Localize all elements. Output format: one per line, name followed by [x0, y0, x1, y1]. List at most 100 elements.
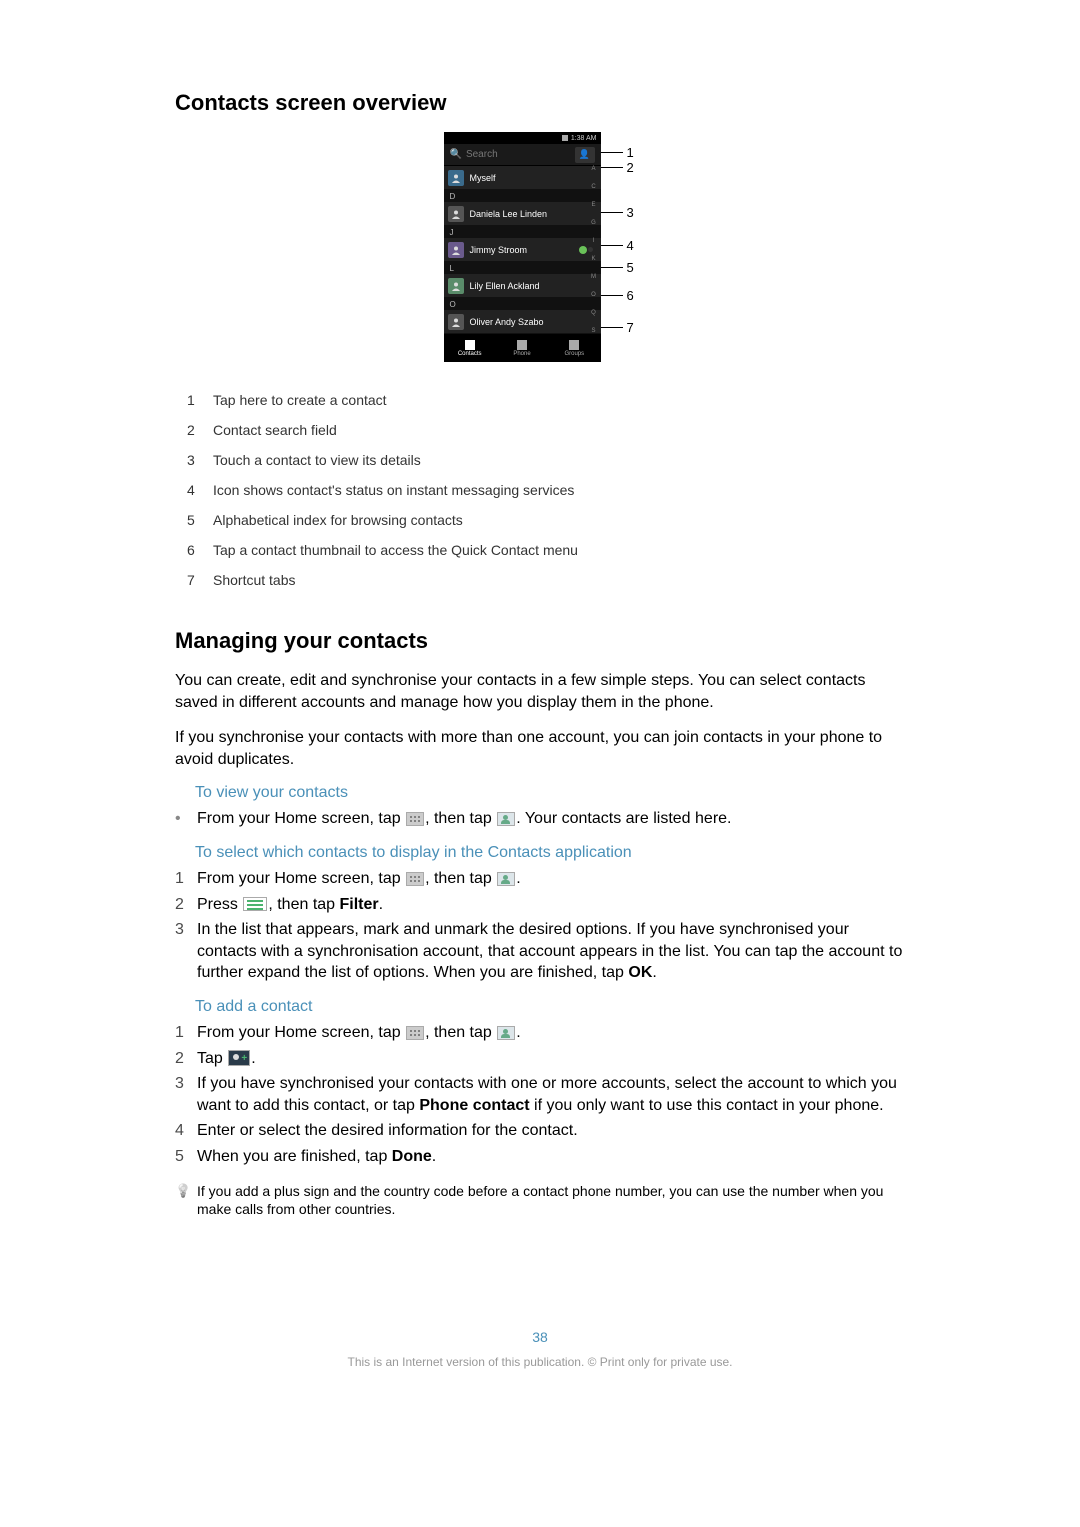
subheading-select-contacts: To select which contacts to display in t…	[195, 844, 905, 862]
step-text: .	[516, 870, 520, 887]
step-text: , then tap	[425, 1024, 496, 1041]
legend-num: 7	[175, 572, 213, 588]
callout-3: 3	[627, 205, 634, 220]
step-text: Tap	[197, 1050, 227, 1067]
legend-text: Tap here to create a contact	[213, 392, 905, 408]
list-item: 3In the list that appears, mark and unma…	[175, 919, 905, 984]
contacts-app-icon	[497, 1026, 515, 1040]
step-text: .	[652, 964, 656, 981]
search-row: 🔍 Search 👤	[444, 144, 601, 166]
step-text: From your Home screen, tap	[197, 1024, 405, 1041]
legend-num: 6	[175, 542, 213, 558]
list-item: 1From your Home screen, tap , then tap .	[175, 1022, 905, 1044]
tab-phone: Phone	[496, 334, 548, 362]
legend-text: Alphabetical index for browsing contacts	[213, 512, 905, 528]
step-text: .	[251, 1050, 255, 1067]
tip-text: If you add a plus sign and the country c…	[197, 1182, 905, 1220]
document-page: Contacts screen overview 1:38 AM 🔍 Searc…	[0, 0, 1080, 1409]
callout-5: 5	[627, 260, 634, 275]
section-letter: O	[444, 298, 601, 310]
section-letter: J	[444, 226, 601, 238]
tip-note: If you add a plus sign and the country c…	[175, 1182, 905, 1220]
step-number: 5	[175, 1146, 197, 1168]
search-placeholder: Search	[466, 149, 575, 160]
legend-row: 1Tap here to create a contact	[175, 392, 905, 408]
menu-icon	[243, 897, 267, 911]
contact-name: Jimmy Stroom	[470, 245, 589, 255]
contact-row: Daniela Lee Linden	[444, 202, 601, 226]
list-item: From your Home screen, tap , then tap . …	[175, 808, 905, 830]
avatar-icon	[448, 170, 464, 186]
tip-bulb-icon	[175, 1182, 197, 1220]
list-item: 2Press , then tap Filter.	[175, 894, 905, 916]
presence-status-icon	[579, 246, 587, 254]
legend-num: 3	[175, 452, 213, 468]
legend-row: 2Contact search field	[175, 422, 905, 438]
heading-managing-contacts: Managing your contacts	[175, 628, 905, 654]
signal-icon	[562, 135, 568, 141]
tab-label: Contacts	[458, 351, 482, 357]
callout-6: 6	[627, 288, 634, 303]
contact-name: Myself	[470, 173, 589, 183]
step-text: if you only want to use this contact in …	[530, 1097, 884, 1114]
step-number: 4	[175, 1120, 197, 1142]
list-item: 2Tap .	[175, 1048, 905, 1070]
step-text: Press	[197, 896, 242, 913]
subheading-view-contacts: To view your contacts	[195, 784, 905, 802]
tab-label: Phone	[513, 351, 530, 357]
legend-text: Shortcut tabs	[213, 572, 905, 588]
section-letter: D	[444, 190, 601, 202]
add-contact-button: 👤	[575, 147, 595, 163]
apps-grid-icon	[406, 872, 424, 886]
legend-num: 5	[175, 512, 213, 528]
legend-text: Icon shows contact's status on instant m…	[213, 482, 905, 498]
step-text: .	[379, 896, 383, 913]
step-text: When you are finished, tap	[197, 1148, 392, 1165]
step-text: From your Home screen, tap	[197, 870, 405, 887]
contact-row: Oliver Andy Szabo	[444, 310, 601, 334]
step-number: 2	[175, 894, 197, 916]
contacts-tab-icon	[465, 340, 475, 350]
contact-name: Lily Ellen Ackland	[470, 281, 589, 291]
status-time: 1:38 AM	[571, 135, 597, 142]
contacts-app-icon	[497, 812, 515, 826]
tab-contacts: Contacts	[444, 334, 496, 362]
groups-tab-icon	[569, 340, 579, 350]
phone-mockup: 1:38 AM 🔍 Search 👤 Myself D Daniela Lee …	[444, 132, 601, 362]
legend-row: 3Touch a contact to view its details	[175, 452, 905, 468]
callout-1: 1	[627, 145, 634, 160]
phone-tab-icon	[517, 340, 527, 350]
callout-2: 2	[627, 160, 634, 175]
page-number: 38	[175, 1329, 905, 1345]
avatar-icon	[448, 278, 464, 294]
search-icon: 🔍	[450, 149, 462, 160]
step-text: . Your contacts are listed here.	[516, 810, 731, 827]
heading-contacts-overview: Contacts screen overview	[175, 90, 905, 116]
step-text: Enter or select the desired information …	[197, 1120, 905, 1142]
legend-row: 5Alphabetical index for browsing contact…	[175, 512, 905, 528]
alpha-index: ACEGIKMOQS	[589, 166, 599, 334]
contacts-app-icon	[497, 872, 515, 886]
step-text: , then tap	[268, 896, 339, 913]
step-text: In the list that appears, mark and unmar…	[197, 921, 902, 981]
paragraph: You can create, edit and synchronise you…	[175, 670, 905, 713]
status-bar: 1:38 AM	[444, 132, 601, 144]
legend-row: 6Tap a contact thumbnail to access the Q…	[175, 542, 905, 558]
step-number: 2	[175, 1048, 197, 1070]
step-number: 1	[175, 1022, 197, 1044]
tab-groups: Groups	[548, 334, 600, 362]
step-list: From your Home screen, tap , then tap . …	[175, 808, 905, 830]
avatar-icon	[448, 314, 464, 330]
step-bold: Filter	[340, 896, 379, 913]
list-item: 4Enter or select the desired information…	[175, 1120, 905, 1142]
apps-grid-icon	[406, 812, 424, 826]
contact-row: Jimmy Stroom	[444, 238, 601, 262]
avatar-icon	[448, 206, 464, 222]
step-text: .	[516, 1024, 520, 1041]
myself-row: Myself	[444, 166, 601, 190]
step-bold: Phone contact	[419, 1097, 529, 1114]
section-letter: L	[444, 262, 601, 274]
tab-label: Groups	[564, 351, 584, 357]
list-item: 5When you are finished, tap Done.	[175, 1146, 905, 1168]
step-list: 1From your Home screen, tap , then tap .…	[175, 868, 905, 984]
